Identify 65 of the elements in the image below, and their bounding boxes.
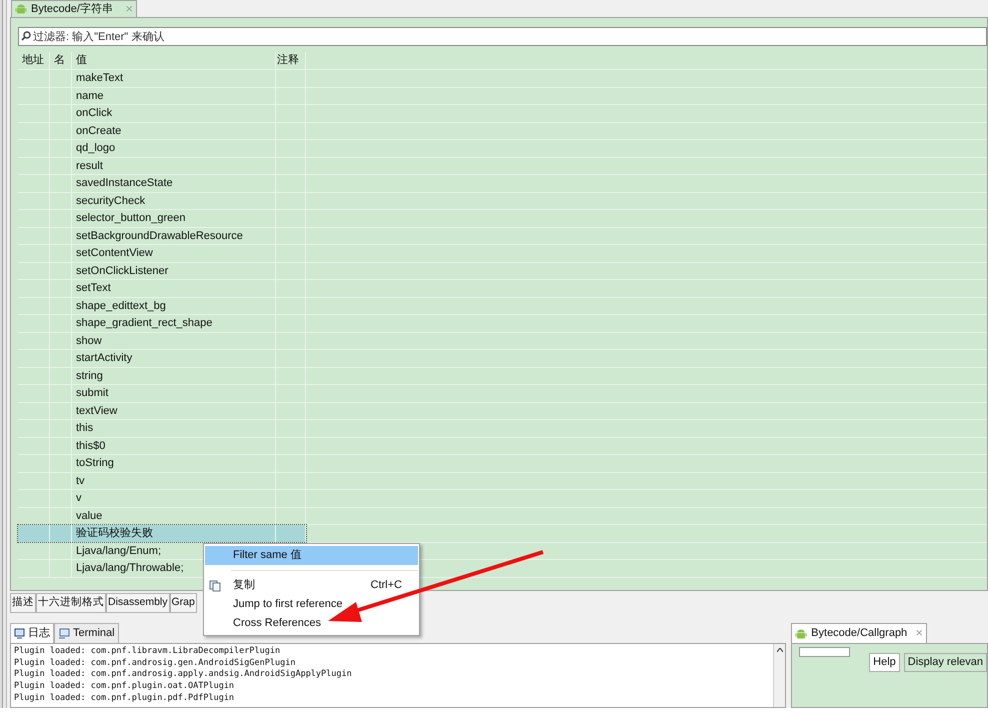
table-cell: securityCheck bbox=[72, 192, 276, 209]
log-line: Plugin loaded: com.pnf.plugin.pdf.PdfPlugin bbox=[14, 692, 236, 705]
editor-tab[interactable]: Bytecode/字符串 ⨯ bbox=[11, 0, 137, 17]
log-line: Plugin loaded: com.pnf.libravm.LibraDecompilerPlugin bbox=[14, 646, 282, 658]
log-tab-label: 日志 bbox=[28, 626, 50, 642]
table-cell: tv bbox=[72, 472, 276, 489]
view-tab[interactable]: Grap bbox=[170, 593, 197, 613]
table-cell: savedInstanceState bbox=[72, 175, 276, 192]
android-icon bbox=[15, 3, 27, 15]
log-tab[interactable]: Terminal bbox=[54, 623, 119, 643]
table-cell: this$0 bbox=[72, 438, 276, 454]
callgraph-tab-title: Bytecode/Callgraph bbox=[811, 626, 908, 642]
column-header[interactable]: 地址 bbox=[18, 52, 50, 69]
filter-field[interactable]: 过滤器: 输入"Enter" 来确认 bbox=[18, 27, 987, 46]
android-icon bbox=[795, 628, 808, 640]
table-cell: submit bbox=[72, 385, 276, 402]
menu-item-label: Jump to first reference bbox=[233, 597, 344, 612]
log-line: Plugin loaded: com.pnf.androsig.gen.AndroidSigGenPlugin bbox=[14, 658, 296, 670]
view-tab[interactable]: 描述 bbox=[10, 593, 36, 613]
log-tab[interactable]: 日志 bbox=[10, 623, 54, 643]
table-cell: v bbox=[72, 490, 276, 506]
view-tab[interactable]: Disassembly bbox=[106, 593, 170, 613]
log-tab-label: Terminal bbox=[73, 626, 115, 642]
input-field[interactable] bbox=[799, 647, 850, 657]
caret-up-icon[interactable] bbox=[776, 648, 783, 652]
table-cell: makeText bbox=[72, 70, 276, 86]
terminal-icon bbox=[58, 628, 70, 639]
menu-item-label: Cross References bbox=[233, 616, 322, 632]
callgraph-tab[interactable]: Bytecode/Callgraph ⨯ bbox=[791, 623, 928, 643]
table-cell: shape_edittext_bg bbox=[72, 298, 276, 314]
table-cell: setOnClickListener bbox=[72, 262, 276, 279]
table-cell: textView bbox=[72, 402, 276, 419]
table-cell: shape_gradient_rect_shape bbox=[72, 315, 276, 332]
table-cell: result bbox=[72, 158, 276, 174]
table-cell: startActivity bbox=[72, 350, 276, 366]
shortcut-label: Ctrl+C bbox=[370, 578, 402, 594]
table-cell: onClick bbox=[72, 105, 276, 122]
table-cell: qd_logo bbox=[72, 140, 276, 156]
toolbar-button[interactable]: Help bbox=[869, 653, 900, 672]
table-cell: setContentView bbox=[72, 245, 276, 262]
table-cell: toString bbox=[72, 455, 276, 472]
table-cell: setBackgroundDrawableResource bbox=[72, 228, 276, 244]
table-cell: string bbox=[72, 368, 276, 384]
column-header[interactable]: 值 bbox=[72, 52, 276, 69]
column-header[interactable]: 名 bbox=[50, 52, 72, 69]
toolbar-button[interactable]: Display relevan bbox=[904, 653, 987, 672]
menu-item-label: 复制 bbox=[233, 578, 256, 594]
menu-item[interactable]: Filter same 值 bbox=[205, 546, 418, 565]
log-line: Plugin loaded: com.pnf.plugin.oat.OATPlugin bbox=[14, 681, 236, 693]
editor-tab-title: Bytecode/字符串 bbox=[31, 2, 113, 17]
table-cell: this bbox=[72, 420, 276, 436]
view-tab[interactable]: 十六进制格式 bbox=[36, 593, 106, 613]
column-header[interactable]: 注释 bbox=[276, 52, 306, 69]
log-line: Plugin loaded: com.pnf.androsig.apply.andsig.AndroidSigApplyPlugin bbox=[14, 669, 353, 682]
table-cell: setText bbox=[72, 280, 276, 296]
menu-item[interactable]: Jump to first reference bbox=[205, 595, 418, 614]
table-cell: selector_button_green bbox=[72, 210, 276, 226]
search-icon bbox=[21, 31, 31, 41]
menu-item[interactable]: Cross References bbox=[205, 614, 418, 633]
table-cell: show bbox=[72, 332, 276, 349]
menu-item[interactable]: 复制 Ctrl+C bbox=[205, 576, 418, 595]
table-cell: 验证码校验失败 bbox=[72, 525, 276, 542]
table-cell: onCreate bbox=[72, 122, 276, 139]
monitor-icon bbox=[14, 628, 25, 639]
table-cell: name bbox=[72, 88, 276, 104]
